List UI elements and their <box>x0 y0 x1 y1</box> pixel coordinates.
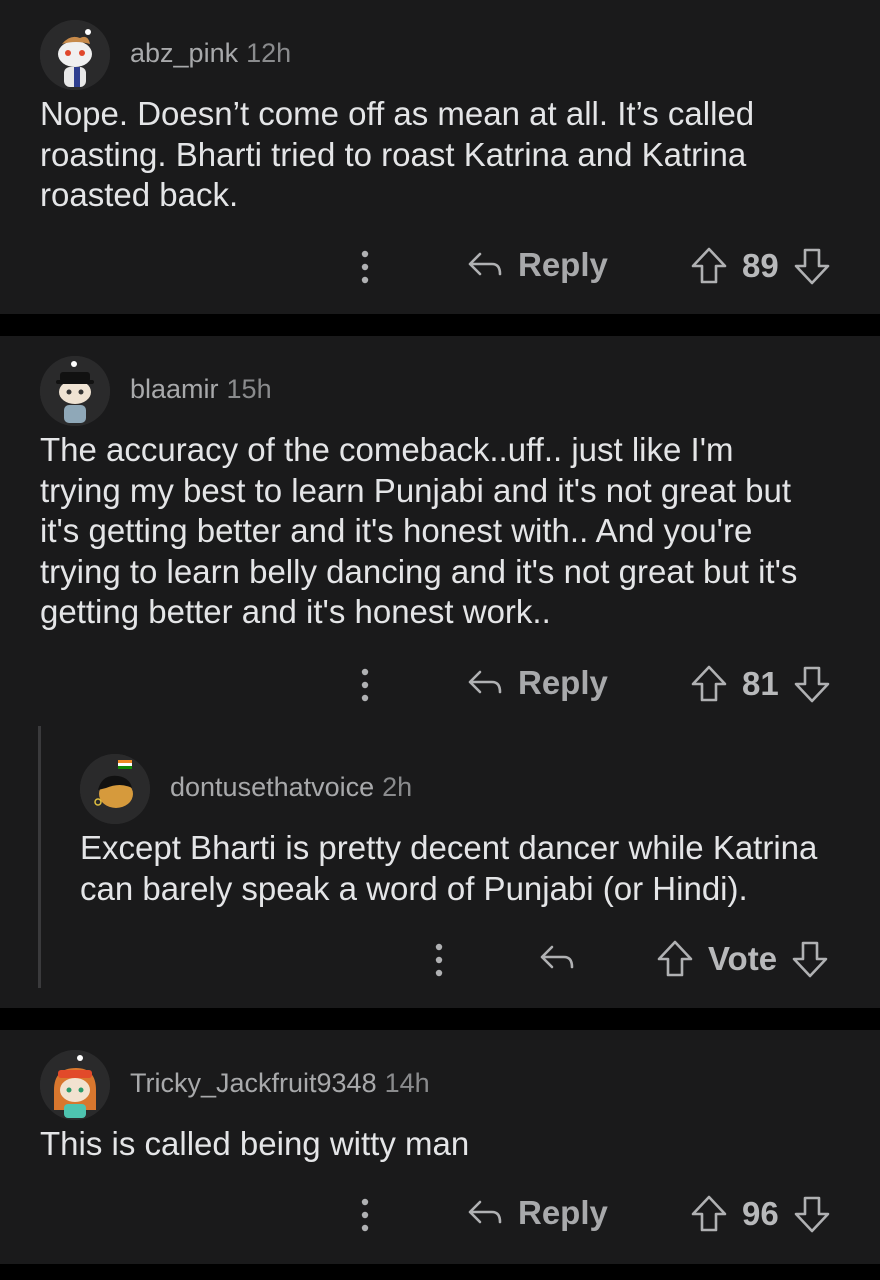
comment-text: The accuracy of the comeback..uff.. just… <box>40 431 798 630</box>
reply-arrow-icon <box>468 252 502 276</box>
username[interactable]: Tricky_Jackfruit9348 <box>130 1068 377 1098</box>
downvote-arrow-icon[interactable] <box>793 1194 831 1234</box>
comment-meta: blaamir 15h <box>130 374 272 405</box>
vote-controls: Vote <box>656 939 829 979</box>
more-vertical-icon <box>361 1198 369 1232</box>
timestamp: 15h <box>226 374 272 404</box>
upvote-arrow-icon[interactable] <box>690 1194 728 1234</box>
reply-meta: dontusethatvoice 2h <box>170 772 412 803</box>
username[interactable]: abz_pink <box>130 38 238 68</box>
vote-count: 96 <box>742 1195 779 1232</box>
more-vertical-icon <box>435 943 443 977</box>
vote-count: 81 <box>742 665 779 702</box>
comment-card: Tricky_Jackfruit9348 14h This is called b… <box>0 1030 880 1264</box>
reply-button[interactable]: Reply <box>466 1194 608 1232</box>
avatar[interactable] <box>80 754 150 824</box>
avatar[interactable] <box>40 20 110 90</box>
reply-button[interactable]: Reply <box>466 664 608 702</box>
comment-meta: abz_pink 12h <box>130 38 291 69</box>
timestamp: 12h <box>246 38 292 68</box>
vote-controls: 89 <box>690 246 831 286</box>
reply-arrow-icon <box>468 1200 502 1224</box>
downvote-arrow-icon[interactable] <box>791 939 829 979</box>
upvote-arrow-icon[interactable] <box>656 939 694 979</box>
more-vertical-icon <box>361 668 369 702</box>
vote-label: Vote <box>708 940 778 977</box>
downvote-arrow-icon[interactable] <box>793 664 831 704</box>
snoo-avatar-icon <box>80 754 150 824</box>
reply-label: Reply <box>518 664 608 701</box>
avatar[interactable] <box>40 356 110 426</box>
more-vertical-icon <box>361 250 369 284</box>
timestamp: 2h <box>382 772 413 802</box>
comment-meta: Tricky_Jackfruit9348 14h <box>130 1068 430 1099</box>
snoo-avatar-icon <box>40 1050 110 1120</box>
reply-button[interactable]: Reply <box>466 246 608 284</box>
reply-arrow-icon <box>540 945 574 969</box>
upvote-arrow-icon[interactable] <box>690 664 728 704</box>
username[interactable]: dontusethatvoice <box>170 772 374 802</box>
comment-card: blaamir 15h The accuracy of the comeback.… <box>0 336 880 1008</box>
more-options-button[interactable] <box>354 1196 376 1234</box>
reply-label: Reply <box>518 246 608 283</box>
reply-text: Except Bharti is pretty decent dancer wh… <box>80 829 818 907</box>
reply-label: Reply <box>518 1194 608 1231</box>
vote-controls: 96 <box>690 1194 831 1234</box>
more-options-button[interactable] <box>354 666 376 704</box>
username[interactable]: blaamir <box>130 374 219 404</box>
more-options-button[interactable] <box>354 248 376 286</box>
downvote-arrow-icon[interactable] <box>793 246 831 286</box>
snoo-avatar-icon <box>40 20 110 90</box>
reply-arrow-icon <box>468 670 502 694</box>
vote-controls: 81 <box>690 664 831 704</box>
thread-line[interactable] <box>38 726 41 988</box>
snoo-avatar-icon <box>40 356 110 426</box>
more-options-button[interactable] <box>428 941 450 979</box>
comment-text: Nope. Doesn’t come off as mean at all. I… <box>40 95 755 213</box>
vote-count: 89 <box>742 247 779 284</box>
timestamp: 14h <box>384 1068 430 1098</box>
upvote-arrow-icon[interactable] <box>690 246 728 286</box>
avatar[interactable] <box>40 1050 110 1120</box>
comment-text: This is called being witty man <box>40 1125 470 1162</box>
reply-button[interactable] <box>538 939 576 977</box>
comment-card: abz_pink 12h Nope. Doesn’t come off as me… <box>0 0 880 314</box>
